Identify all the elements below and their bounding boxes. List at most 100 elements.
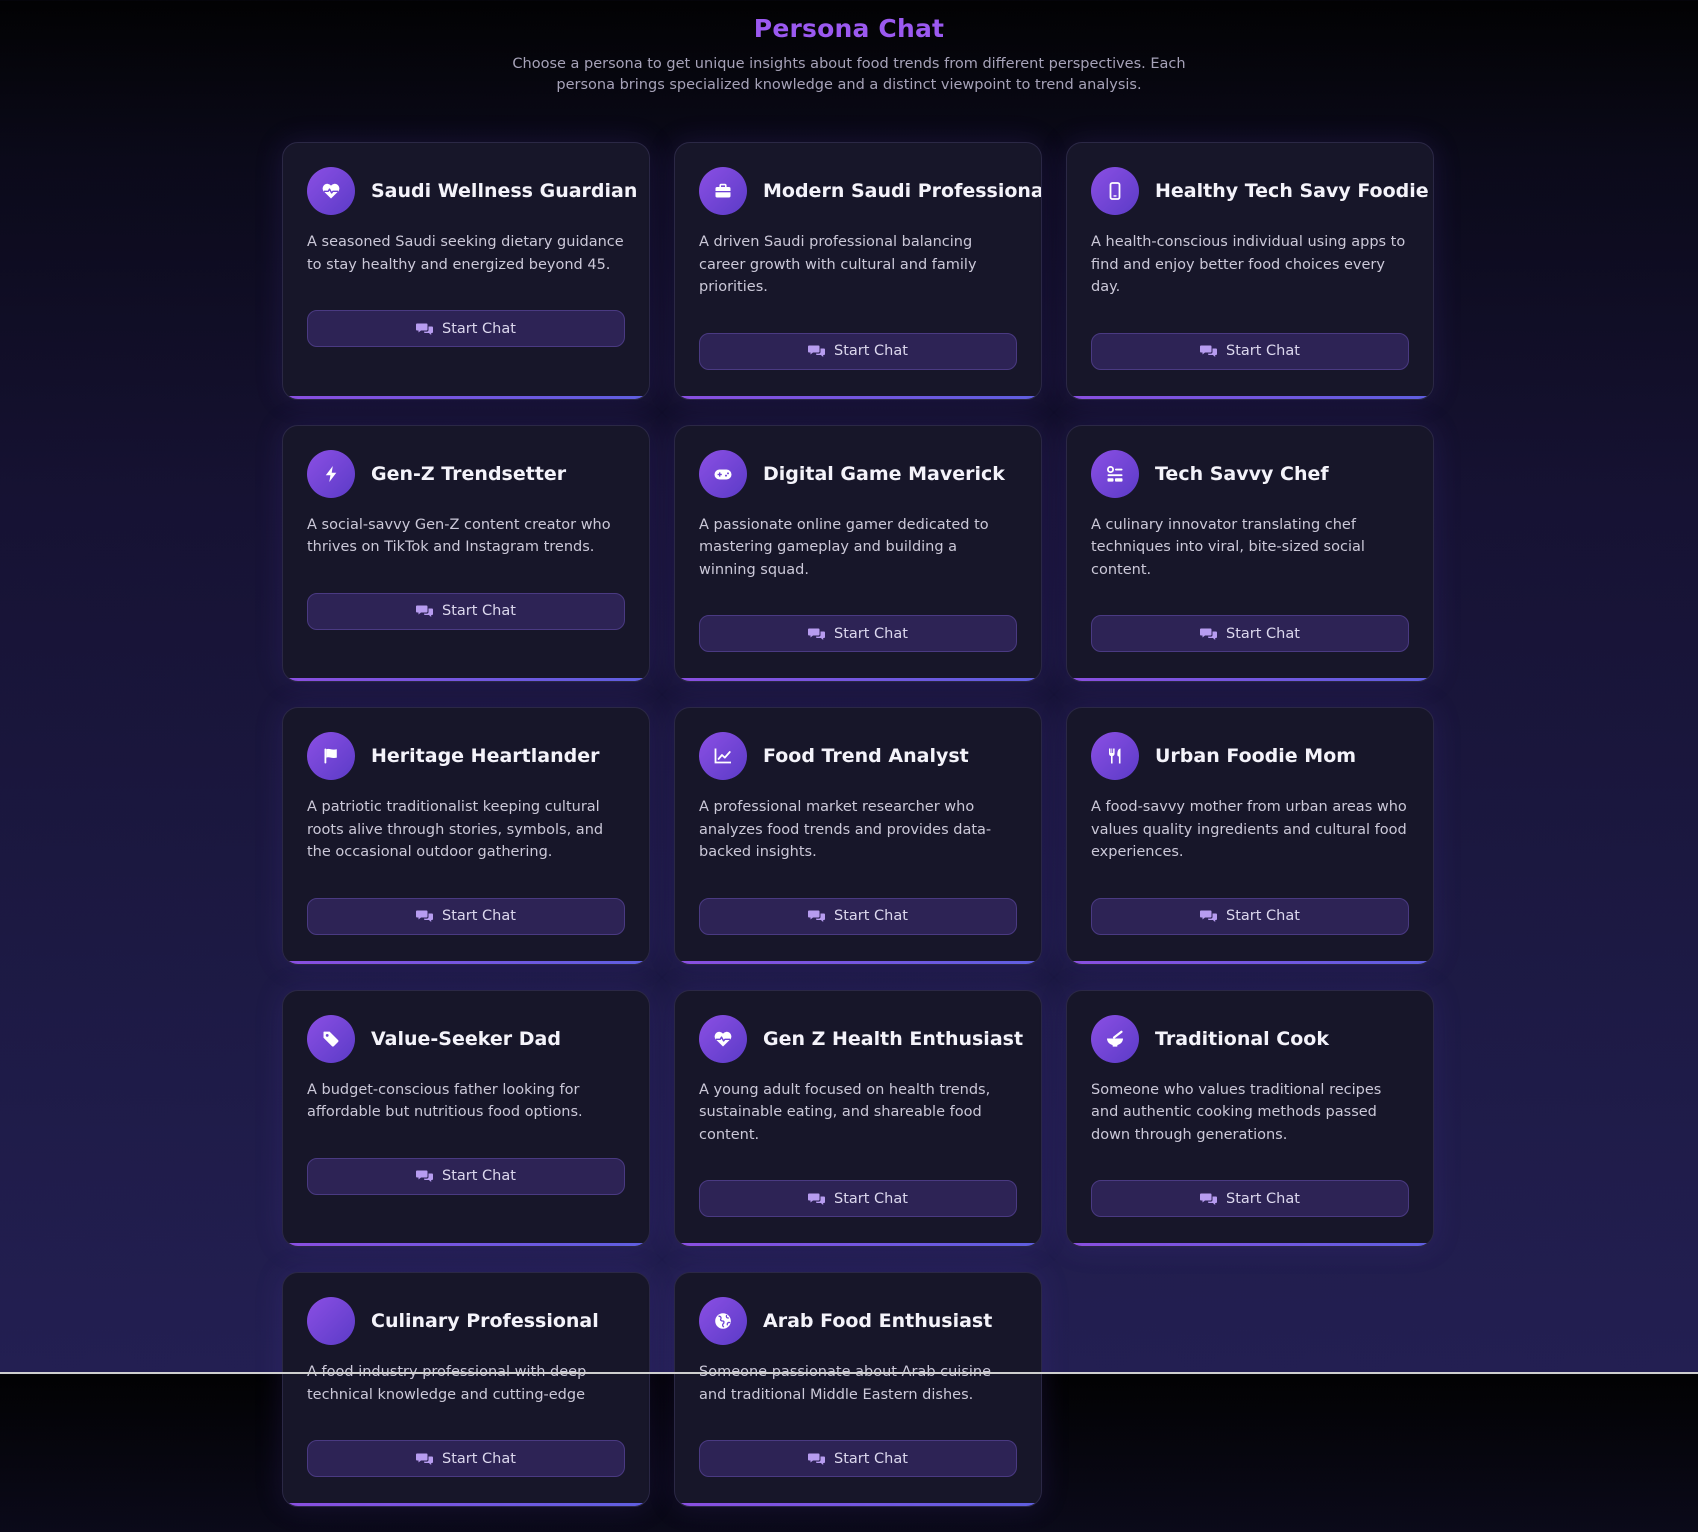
comments-icon: [416, 1453, 434, 1465]
card-accent-bar: [1067, 395, 1433, 399]
persona-name: Arab Food Enthusiast: [763, 1310, 993, 1332]
persona-card-header: Traditional Cook: [1091, 1014, 1409, 1063]
heart-pulse-icon: [322, 183, 340, 199]
persona-card-header: Healthy Tech Savy Foodie: [1091, 167, 1429, 215]
card-accent-bar: [675, 678, 1041, 681]
persona-description: A budget-conscious father looking for af…: [307, 1081, 583, 1121]
persona-card: Tech Savvy Chef A culinary innovator tra…: [1066, 424, 1434, 682]
persona-avatar: [307, 1014, 355, 1063]
heart-pulse-icon: [714, 1031, 732, 1046]
persona-card: Healthy Tech Savy Foodie A health-consci…: [1066, 142, 1434, 400]
persona-card-header: Tech Savvy Chef: [1091, 449, 1409, 498]
start-chat-button[interactable]: Start Chat: [699, 1180, 1017, 1217]
persona-card-header: Modern Saudi Professional: [699, 167, 1041, 215]
comments-icon: [1200, 910, 1218, 922]
comments-icon: [808, 910, 826, 922]
start-chat-button[interactable]: Start Chat: [699, 897, 1017, 935]
persona-avatar: [307, 1297, 355, 1345]
start-chat-button[interactable]: Start Chat: [307, 1157, 625, 1195]
persona-card: Value-Seeker Dad A budget-conscious fath…: [282, 989, 650, 1247]
persona-card: Saudi Wellness Guardian A seasoned Saudi…: [282, 142, 650, 400]
bolt-icon: [325, 465, 337, 482]
card-accent-bar: [283, 395, 649, 399]
persona-description: A social-savvy Gen-Z content creator who…: [307, 516, 611, 556]
comments-icon: [416, 323, 434, 335]
persona-avatar: [699, 1014, 747, 1063]
chart-line-icon: [714, 748, 731, 764]
persona-description: A patriotic traditionalist keeping cultu…: [307, 799, 604, 860]
persona-card-header: Culinary Professional: [307, 1297, 625, 1345]
start-chat-label: Start Chat: [1226, 343, 1300, 359]
persona-grid: Saudi Wellness Guardian A seasoned Saudi…: [282, 142, 1434, 1532]
persona-name: Value-Seeker Dad: [371, 1027, 561, 1050]
kitchen-sliders-icon: [1107, 465, 1123, 482]
start-chat-button[interactable]: Start Chat: [1091, 1180, 1409, 1217]
persona-description: A culinary innovator translating chef te…: [1091, 516, 1365, 578]
persona-description: A seasoned Saudi seeking dietary guidanc…: [307, 234, 624, 273]
start-chat-button[interactable]: Start Chat: [699, 1440, 1017, 1477]
card-accent-bar: [1067, 1243, 1433, 1246]
persona-card: Arab Food Enthusiast Someone passionate …: [674, 1272, 1042, 1507]
comments-icon: [808, 1193, 826, 1205]
start-chat-button[interactable]: Start Chat: [307, 310, 625, 347]
persona-card-header: Arab Food Enthusiast: [699, 1297, 1017, 1345]
start-chat-label: Start Chat: [1226, 625, 1300, 642]
start-chat-button[interactable]: Start Chat: [1091, 897, 1409, 935]
persona-avatar: [1091, 1014, 1139, 1063]
start-chat-button[interactable]: Start Chat: [699, 615, 1017, 652]
comments-icon: [1200, 345, 1218, 357]
start-chat-button[interactable]: Start Chat: [307, 1440, 625, 1477]
start-chat-button[interactable]: Start Chat: [307, 897, 625, 935]
comments-icon: [808, 345, 826, 357]
persona-name: Heritage Heartlander: [371, 745, 600, 767]
persona-description: Someone who values traditional recipes a…: [1091, 1081, 1382, 1143]
persona-avatar: [307, 449, 355, 498]
start-chat-label: Start Chat: [834, 908, 908, 924]
start-chat-button[interactable]: Start Chat: [1091, 615, 1409, 652]
persona-card-header: Heritage Heartlander: [307, 732, 625, 780]
persona-avatar: [1091, 167, 1139, 215]
card-accent-bar: [675, 395, 1041, 399]
comments-icon: [808, 1453, 826, 1465]
persona-name: Traditional Cook: [1155, 1027, 1329, 1050]
persona-name: Gen-Z Trendsetter: [371, 462, 567, 485]
persona-card-header: Gen-Z Trendsetter: [307, 449, 625, 498]
persona-description: A passionate online gamer dedicated to m…: [699, 516, 989, 578]
comments-icon: [416, 1170, 434, 1182]
start-chat-label: Start Chat: [1226, 1190, 1300, 1207]
page-title: Persona Chat: [753, 14, 945, 43]
start-chat-label: Start Chat: [442, 603, 516, 619]
briefcase-icon: [715, 183, 731, 198]
start-chat-label: Start Chat: [442, 908, 516, 924]
start-chat-label: Start Chat: [442, 1450, 516, 1467]
start-chat-label: Start Chat: [834, 343, 908, 359]
persona-card: Food Trend Analyst A professional market…: [674, 707, 1042, 965]
persona-card: Gen Z Health Enthusiast A young adult fo…: [674, 989, 1042, 1247]
persona-card-header: Saudi Wellness Guardian: [307, 167, 637, 215]
card-accent-bar: [283, 678, 649, 681]
persona-card: Urban Foodie Mom A food-savvy mother fro…: [1066, 707, 1434, 965]
comments-icon: [1200, 628, 1218, 640]
card-accent-bar: [283, 960, 649, 964]
start-chat-label: Start Chat: [442, 1168, 516, 1184]
globe-icon: [715, 1313, 731, 1329]
card-accent-bar: [675, 1503, 1041, 1506]
comments-icon: [416, 605, 434, 617]
card-accent-bar: [1067, 960, 1433, 964]
start-chat-label: Start Chat: [834, 625, 908, 642]
persona-description: A driven Saudi professional balancing ca…: [699, 234, 977, 295]
start-chat-button[interactable]: Start Chat: [1091, 332, 1409, 370]
persona-card: Traditional Cook Someone who values trad…: [1066, 989, 1434, 1247]
tag-icon: [323, 1031, 339, 1047]
card-accent-bar: [675, 960, 1041, 964]
persona-avatar: [699, 167, 747, 215]
start-chat-button[interactable]: Start Chat: [699, 332, 1017, 370]
comments-icon: [808, 628, 826, 640]
start-chat-button[interactable]: Start Chat: [307, 592, 625, 630]
persona-description: A professional market researcher who ana…: [699, 799, 992, 860]
persona-name: Healthy Tech Savy Foodie: [1155, 180, 1429, 202]
persona-description: A young adult focused on health trends, …: [699, 1081, 991, 1143]
persona-card: Culinary Professional A food industry pr…: [282, 1272, 650, 1507]
card-accent-bar: [283, 1243, 649, 1246]
persona-avatar: [1091, 732, 1139, 780]
